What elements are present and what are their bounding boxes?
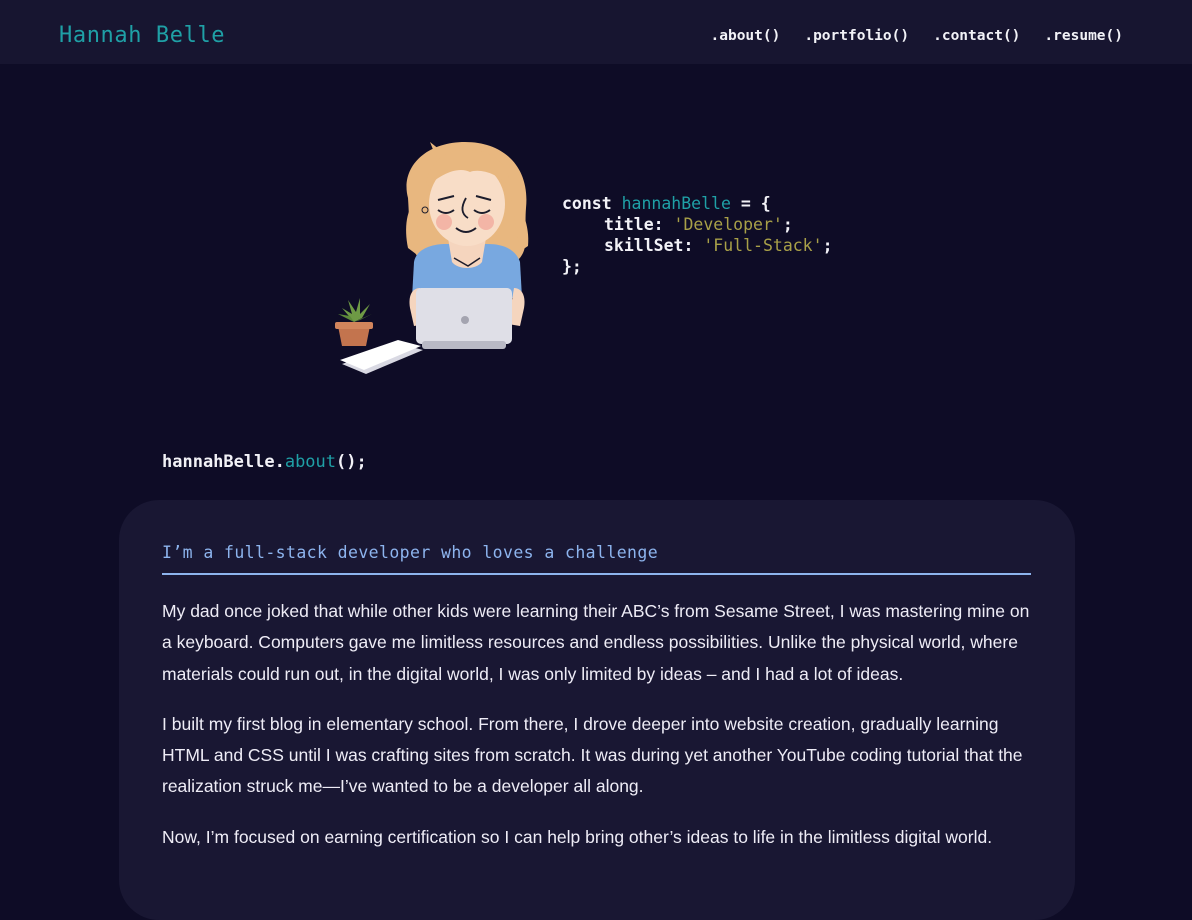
nav-link-resume[interactable]: .resume() bbox=[1044, 26, 1123, 46]
main-nav: .about() .portfolio() .contact() .resume… bbox=[711, 26, 1124, 46]
code-identifier: hannahBelle bbox=[621, 194, 731, 213]
code-open-brace: = { bbox=[740, 194, 771, 213]
code-skill-value: 'Full-Stack' bbox=[703, 236, 823, 255]
code-skill-end: ; bbox=[822, 236, 833, 255]
developer-illustration bbox=[330, 138, 535, 378]
code-line-skillset: skillSet: 'Full-Stack'; bbox=[562, 235, 833, 256]
nav-link-contact[interactable]: .contact() bbox=[933, 26, 1020, 46]
code-line-title: title: 'Developer'; bbox=[562, 214, 833, 235]
about-call-method: about bbox=[284, 452, 337, 472]
site-header: Hannah Belle .about() .portfolio() .cont… bbox=[0, 0, 1192, 64]
about-section-label: hannahBelle.about(); bbox=[162, 451, 367, 473]
nav-link-about[interactable]: .about() bbox=[711, 26, 781, 46]
about-paragraph: I built my first blog in elementary scho… bbox=[162, 713, 1023, 797]
code-title-value: 'Developer' bbox=[673, 215, 783, 234]
about-card: I’m a full-stack developer who loves a c… bbox=[119, 500, 1075, 920]
plant-icon bbox=[335, 298, 373, 346]
hero-code-snippet: const hannahBelle = {title: 'Developer';… bbox=[562, 193, 833, 277]
code-line-declaration: const hannahBelle = { bbox=[562, 193, 833, 214]
about-heading: I’m a full-stack developer who loves a c… bbox=[162, 542, 1031, 575]
code-title-end: ; bbox=[782, 215, 793, 234]
about-paragraph: My dad once joked that while other kids … bbox=[162, 601, 1030, 684]
code-close-brace: }; bbox=[562, 257, 582, 276]
code-keyword: const bbox=[562, 194, 612, 213]
about-paragraph: Now, I’m focused on earning certificatio… bbox=[162, 826, 993, 847]
about-call-object: hannahBelle. bbox=[162, 452, 285, 472]
code-line-close: }; bbox=[562, 256, 833, 277]
code-skill-key: skillSet: bbox=[604, 236, 704, 255]
site-logo[interactable]: Hannah Belle bbox=[59, 21, 225, 51]
about-call-end: (); bbox=[336, 452, 367, 472]
nav-link-portfolio[interactable]: .portfolio() bbox=[804, 26, 909, 46]
code-title-key: title: bbox=[604, 215, 674, 234]
laptop-icon bbox=[416, 288, 512, 349]
about-body: My dad once joked that while other kids … bbox=[162, 596, 1037, 872]
